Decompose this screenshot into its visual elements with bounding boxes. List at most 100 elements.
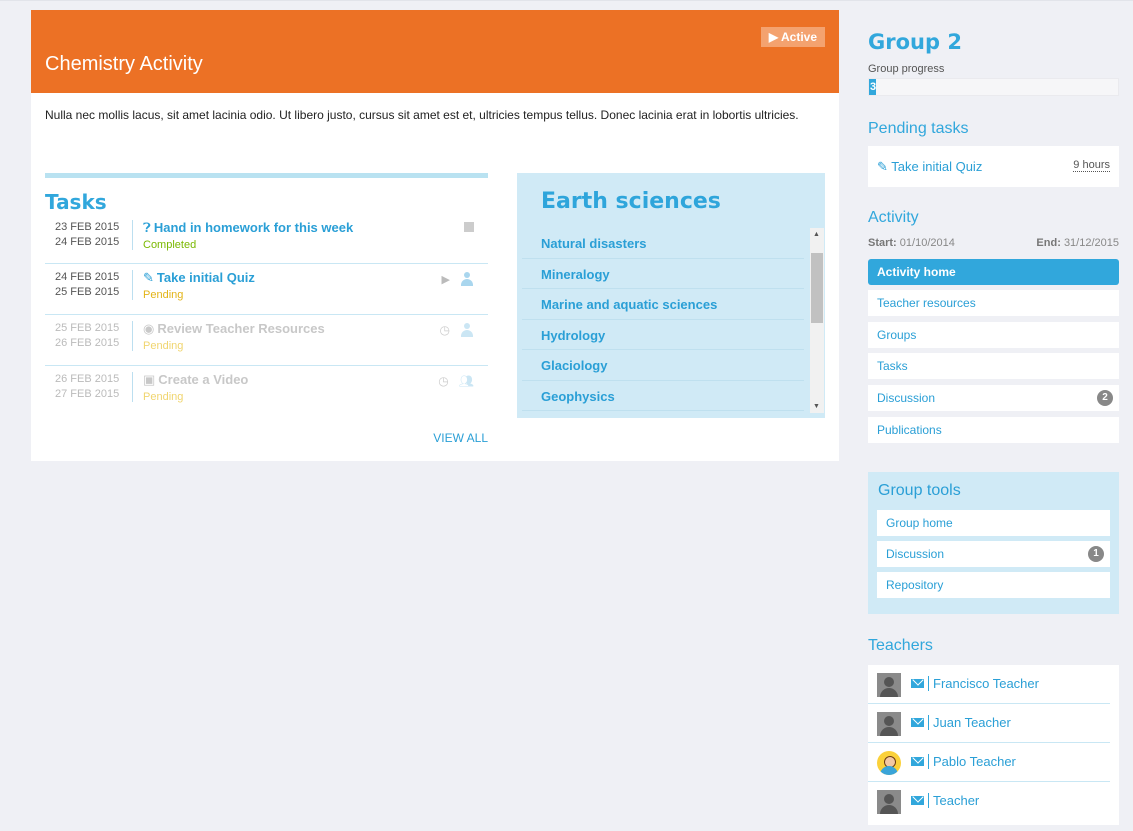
scroll-up-arrow-icon[interactable]: ▲: [813, 231, 820, 238]
task-name: Review Teacher Resources: [157, 321, 325, 336]
nav-publications[interactable]: Publications: [868, 417, 1119, 443]
task-status: Pending: [143, 340, 184, 352]
task-link[interactable]: ▣ Create a Video: [143, 372, 248, 388]
avatar: [877, 712, 901, 736]
avatar: [877, 751, 901, 775]
tool-group-home[interactable]: Group home: [877, 510, 1110, 536]
mail-icon[interactable]: [911, 679, 924, 688]
task-row[interactable]: 24 FEB 2015 25 FEB 2015 ✎ Take initial Qu…: [45, 264, 488, 315]
earth-sciences-item[interactable]: Natural disasters: [522, 228, 804, 259]
activity-description: Nulla nec mollis lacus, sit amet lacinia…: [45, 108, 799, 122]
task-start-date: 26 FEB 2015: [55, 373, 120, 385]
activity-panel: Chemistry Activity ▶ Active Nulla nec mo…: [31, 10, 839, 461]
pending-task-name: Take initial Quiz: [891, 159, 983, 174]
pending-tasks-title: Pending tasks: [868, 120, 969, 137]
task-name: Hand in homework for this week: [153, 220, 354, 235]
earth-sciences-item[interactable]: Geophysics: [522, 381, 804, 411]
tool-discussion[interactable]: Discussion 1: [877, 541, 1110, 567]
task-link[interactable]: ❓︎ Hand in homework for this week: [143, 220, 353, 236]
teacher-name[interactable]: Francisco Teacher: [933, 676, 1039, 691]
mail-icon[interactable]: [911, 796, 924, 805]
earth-sciences-item[interactable]: Hydrology: [522, 320, 804, 350]
group-progress-bar: 3: [868, 78, 1119, 96]
group-progress-fill: 3: [869, 79, 877, 95]
group-tools-title: Group tools: [878, 482, 961, 499]
separator: [928, 715, 929, 730]
scroll-down-arrow-icon[interactable]: ▼: [813, 403, 820, 410]
nav-teacher-resources[interactable]: Teacher resources: [868, 290, 1119, 316]
task-status: Completed: [143, 239, 197, 251]
task-actions: ◷: [440, 323, 474, 337]
task-actions: ▶: [442, 272, 474, 286]
task-info: ◉ Review Teacher Resources Pending: [143, 321, 325, 352]
edit-icon: ✎: [877, 159, 892, 174]
task-dates: 25 FEB 2015 26 FEB 2015: [55, 321, 133, 351]
task-start-date: 25 FEB 2015: [55, 322, 120, 334]
task-end-date: 27 FEB 2015: [55, 388, 120, 400]
mail-icon[interactable]: [911, 757, 924, 766]
question-circle-icon: ❓︎: [143, 220, 151, 235]
task-row[interactable]: 26 FEB 2015 27 FEB 2015 ▣ Create a Video …: [45, 366, 488, 417]
task-start-date: 23 FEB 2015: [55, 221, 120, 233]
view-all-link[interactable]: VIEW ALL: [433, 431, 488, 445]
nav-discussion[interactable]: Discussion 2: [868, 385, 1119, 411]
nav-activity-home[interactable]: Activity home: [868, 259, 1119, 285]
task-actions: [464, 222, 474, 232]
clock-icon[interactable]: ◷: [438, 374, 448, 388]
task-name: Take initial Quiz: [156, 270, 255, 285]
edit-icon: ✎: [143, 270, 154, 285]
start-label: Start:: [868, 237, 897, 249]
teacher-name[interactable]: Juan Teacher: [933, 715, 1011, 730]
activity-dates: Start: 01/10/2014 End: 31/12/2015: [868, 237, 1119, 249]
task-link[interactable]: ◉ Review Teacher Resources: [143, 321, 325, 337]
earth-sciences-item[interactable]: Mineralogy: [522, 259, 804, 289]
teachers-list: Francisco Teacher Juan Teacher Pablo Tea…: [868, 665, 1119, 825]
task-status: Pending: [143, 289, 184, 301]
play-icon[interactable]: ▶: [442, 273, 450, 286]
task-dates: 26 FEB 2015 27 FEB 2015: [55, 372, 133, 402]
scrollbar-thumb[interactable]: [811, 253, 823, 323]
tasks-section: Tasks 23 FEB 2015 24 FEB 2015 ❓︎ Hand in …: [45, 173, 488, 445]
start-date: 01/10/2014: [899, 237, 955, 249]
avatar: [877, 790, 901, 814]
tool-repository[interactable]: Repository: [877, 572, 1110, 598]
tasks-title: Tasks: [45, 190, 107, 214]
earth-sciences-item[interactable]: Marine and aquatic sciences: [522, 289, 804, 320]
task-row[interactable]: 25 FEB 2015 26 FEB 2015 ◉ Review Teacher …: [45, 315, 488, 366]
activity-title: Chemistry Activity: [45, 53, 203, 75]
task-status: Pending: [143, 391, 184, 403]
clock-icon[interactable]: ◷: [440, 323, 450, 337]
group-icon[interactable]: 👥︎: [459, 374, 474, 388]
top-border: [0, 0, 1133, 10]
separator: [928, 793, 929, 808]
earth-sciences-scrollbar[interactable]: ▲ ▼: [810, 228, 824, 413]
tool-discussion-label: Discussion: [886, 547, 945, 561]
task-name: Create a Video: [158, 372, 249, 387]
task-link[interactable]: ✎ Take initial Quiz: [143, 270, 255, 286]
nav-groups[interactable]: Groups: [868, 322, 1119, 348]
tasks-top-bar: [45, 173, 488, 178]
teacher-name[interactable]: Teacher: [933, 793, 979, 808]
task-actions: ◷ 👥︎: [438, 374, 474, 388]
nav-tasks[interactable]: Tasks: [868, 353, 1119, 379]
active-status-badge[interactable]: ▶ Active: [760, 27, 825, 47]
separator: [928, 676, 929, 691]
person-icon[interactable]: [460, 272, 474, 286]
mail-icon[interactable]: [911, 718, 924, 727]
task-dates: 23 FEB 2015 24 FEB 2015: [55, 220, 133, 250]
task-info: ❓︎ Hand in homework for this week Complet…: [143, 220, 353, 251]
pending-task-link[interactable]: ✎ Take initial Quiz: [877, 159, 982, 175]
earth-sciences-item[interactable]: Glaciology: [522, 350, 804, 381]
stop-icon[interactable]: [464, 222, 474, 232]
person-icon[interactable]: [460, 323, 474, 337]
teacher-item: Teacher: [868, 782, 1110, 821]
activity-header: Chemistry Activity ▶ Active: [31, 10, 839, 93]
discussion-count-badge: 2: [1097, 390, 1113, 406]
task-info: ✎ Take initial Quiz Pending: [143, 270, 255, 301]
task-end-date: 24 FEB 2015: [55, 236, 120, 248]
teacher-name[interactable]: Pablo Teacher: [933, 754, 1016, 769]
teachers-title: Teachers: [868, 637, 933, 654]
teacher-item: Francisco Teacher: [868, 665, 1110, 704]
task-row[interactable]: 23 FEB 2015 24 FEB 2015 ❓︎ Hand in homewo…: [45, 214, 488, 264]
teacher-item: Juan Teacher: [868, 704, 1110, 743]
